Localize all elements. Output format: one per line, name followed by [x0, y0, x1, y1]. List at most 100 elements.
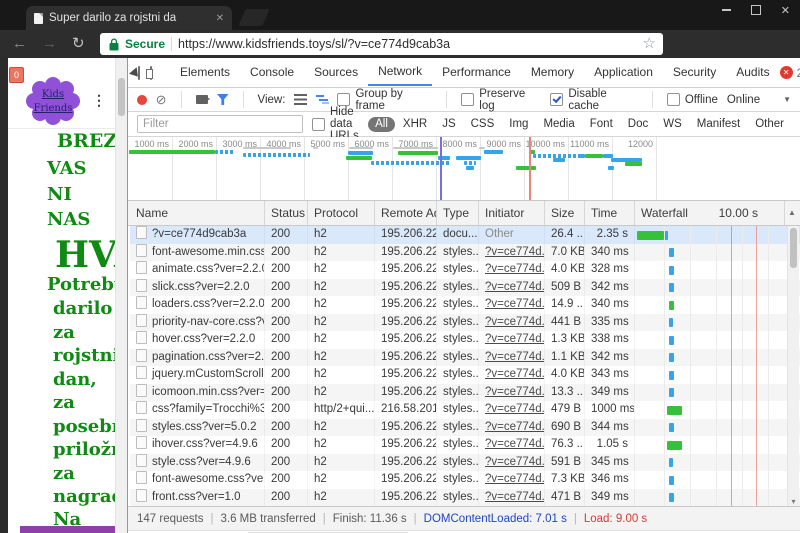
request-row[interactable]: ?v=ce774d9cab3a 200h2195.206.22...docu...…	[130, 226, 800, 244]
tab-elements[interactable]: Elements	[170, 59, 240, 86]
initiator-link[interactable]: ?v=ce774d...	[485, 298, 544, 310]
filter-pill-other[interactable]: Other	[748, 117, 791, 132]
browser-tab[interactable]: Super darilo za rojstni da ✕	[26, 6, 232, 30]
url-text[interactable]: https://www.kidsfriends.toys/sl/?v=ce774…	[178, 37, 450, 51]
tab-audits[interactable]: Audits	[726, 59, 779, 86]
request-row[interactable]: pagination.css?ver=2.2.0200h2195.206.22.…	[130, 348, 800, 366]
request-row[interactable]: css?family=Trocchi%3A...200http/2+qui...…	[130, 401, 800, 419]
inspect-element-icon[interactable]	[138, 65, 140, 80]
request-row[interactable]: font-awesome.min.css?...200h2195.206.22.…	[130, 243, 800, 261]
record-button[interactable]	[137, 94, 147, 105]
initiator-link[interactable]: ?v=ce774d...	[485, 473, 544, 485]
table-scrollbar[interactable]: ▾	[787, 226, 799, 506]
preserve-log-label[interactable]: Preserve log	[479, 88, 541, 112]
offline-checkbox[interactable]	[666, 93, 680, 106]
request-row[interactable]: priority-nav-core.css?ve...200h2195.206.…	[130, 313, 800, 331]
filter-pill-js[interactable]: JS	[435, 117, 462, 132]
filter-pill-css[interactable]: CSS	[464, 117, 502, 132]
filter-funnel-icon[interactable]	[217, 94, 229, 105]
filter-pill-xhr[interactable]: XHR	[396, 117, 434, 132]
initiator-link[interactable]: ?v=ce774d...	[485, 316, 544, 328]
column-header-size[interactable]: Size	[545, 201, 585, 225]
disable-cache-label[interactable]: Disable cache	[568, 88, 637, 112]
tab-console[interactable]: Console	[240, 59, 304, 86]
error-badge-icon[interactable]: ✕	[779, 66, 793, 79]
bookmark-star-icon[interactable]: ☆	[643, 34, 656, 52]
request-row[interactable]: hover.css?ver=2.2.0 200h2195.206.22...sty…	[130, 331, 800, 349]
filter-pill-font[interactable]: Font	[583, 117, 620, 132]
page-scrollbar-thumb[interactable]	[118, 78, 125, 116]
view-list-icon[interactable]	[294, 94, 307, 105]
initiator-link[interactable]: ?v=ce774d...	[485, 421, 544, 433]
request-row[interactable]: style.css?ver=4.9.6 200h2195.206.22...sty…	[130, 453, 800, 471]
request-row[interactable]: font-awesome.css?ver=...200h2195.206.22.…	[130, 471, 800, 489]
request-row[interactable]: front.css?ver=1.0 200h2195.206.22...style…	[130, 488, 800, 506]
request-row[interactable]: slick.css?ver=2.2.0 200h2195.206.22...sty…	[130, 278, 800, 296]
column-header-type[interactable]: Type	[437, 201, 479, 225]
tab-security[interactable]: Security	[663, 59, 726, 86]
address-bar[interactable]: Secure https://www.kidsfriends.toys/sl/?…	[100, 33, 663, 55]
initiator-link[interactable]: ?v=ce774d...	[485, 403, 544, 415]
initiator-link[interactable]: ?v=ce774d...	[485, 333, 544, 345]
preserve-log-checkbox[interactable]	[461, 93, 475, 106]
request-row[interactable]: icomoon.min.css?ver=2.8200h2195.206.22..…	[130, 383, 800, 401]
new-tab-button[interactable]	[238, 9, 270, 26]
throttling-select[interactable]: Online	[727, 94, 760, 106]
request-row[interactable]: styles.css?ver=5.0.2 200h2195.206.22...st…	[130, 418, 800, 436]
offline-label[interactable]: Offline	[685, 94, 718, 106]
window-minimize-button[interactable]	[721, 9, 731, 11]
tab-memory[interactable]: Memory	[521, 59, 584, 86]
filter-pill-ws[interactable]: WS	[656, 117, 689, 132]
initiator-link[interactable]: ?v=ce774d...	[485, 263, 544, 275]
page-menu-dots-icon[interactable]: ⋮	[92, 92, 106, 109]
initiator-link[interactable]: ?v=ce774d...	[485, 246, 544, 258]
request-row[interactable]: animate.css?ver=2.2.0200h2195.206.22...s…	[130, 261, 800, 279]
tab-performance[interactable]: Performance	[432, 59, 521, 86]
filter-pill-manifest[interactable]: Manifest	[690, 117, 747, 132]
forward-icon[interactable]: →	[42, 35, 57, 53]
initiator-link[interactable]: ?v=ce774d...	[485, 281, 544, 293]
filter-pill-media[interactable]: Media	[536, 117, 581, 132]
view-waterfall-icon[interactable]	[315, 94, 329, 105]
group-by-frame-checkbox[interactable]	[337, 93, 351, 106]
window-close-button[interactable]: ✕	[781, 4, 790, 17]
table-scrollbar-thumb[interactable]	[790, 228, 797, 268]
column-header-remote-ad-[interactable]: Remote Ad...	[375, 201, 437, 225]
request-row[interactable]: loaders.css?ver=2.2.0200h2195.206.22...s…	[130, 296, 800, 314]
initiator-link[interactable]: ?v=ce774d...	[485, 456, 544, 468]
filter-pill-img[interactable]: Img	[502, 117, 535, 132]
initiator-link[interactable]: ?v=ce774d...	[485, 368, 544, 380]
tab-sources[interactable]: Sources	[304, 59, 368, 86]
initiator-link[interactable]: ?v=ce774d...	[485, 491, 544, 503]
column-header-waterfall[interactable]: Waterfall 10.00 s	[635, 201, 785, 225]
initiator-link[interactable]: ?v=ce774d...	[485, 351, 544, 363]
filter-pill-all[interactable]: All	[368, 116, 395, 132]
filter-input[interactable]	[137, 115, 303, 133]
reload-icon[interactable]: ↻	[72, 35, 85, 53]
throttling-dropdown-icon[interactable]: ▼	[783, 95, 791, 104]
clear-icon[interactable]: ⊘	[156, 93, 167, 106]
column-header-initiator[interactable]: Initiator	[479, 201, 545, 225]
request-row[interactable]: ihover.css?ver=4.9.6 200h2195.206.22...st…	[130, 436, 800, 454]
tab-network[interactable]: Network	[368, 59, 433, 86]
tab-close-icon[interactable]: ✕	[216, 13, 224, 24]
back-icon[interactable]: ←	[12, 35, 27, 53]
device-toolbar-icon[interactable]	[146, 65, 153, 80]
column-header-name[interactable]: Name	[130, 201, 265, 225]
column-header-status[interactable]: Status	[265, 201, 308, 225]
group-by-frame-label[interactable]: Group by frame	[355, 88, 432, 112]
tab-application[interactable]: Application	[584, 59, 663, 86]
column-header-time[interactable]: Time	[585, 201, 635, 225]
initiator-link[interactable]: ?v=ce774d...	[485, 438, 544, 450]
network-overview-timeline[interactable]: 1000 ms 2000 ms 3000 ms 4000 ms 5000 ms 6000 …	[128, 137, 800, 201]
screenshot-capture-icon[interactable]	[195, 95, 210, 104]
page-scrollbar[interactable]	[115, 58, 127, 533]
hide-data-urls-checkbox[interactable]	[312, 117, 325, 131]
filter-pill-doc[interactable]: Doc	[621, 117, 655, 132]
initiator-link[interactable]: ?v=ce774d...	[485, 386, 544, 398]
kids-friends-logo[interactable]: Kids Friends	[26, 76, 80, 126]
request-row[interactable]: jquery.mCustomScrollb...200h2195.206.22.…	[130, 366, 800, 384]
scroll-down-icon[interactable]: ▾	[788, 497, 799, 506]
window-maximize-button[interactable]	[750, 5, 761, 15]
sort-ascending-icon[interactable]: ▲	[785, 201, 799, 225]
